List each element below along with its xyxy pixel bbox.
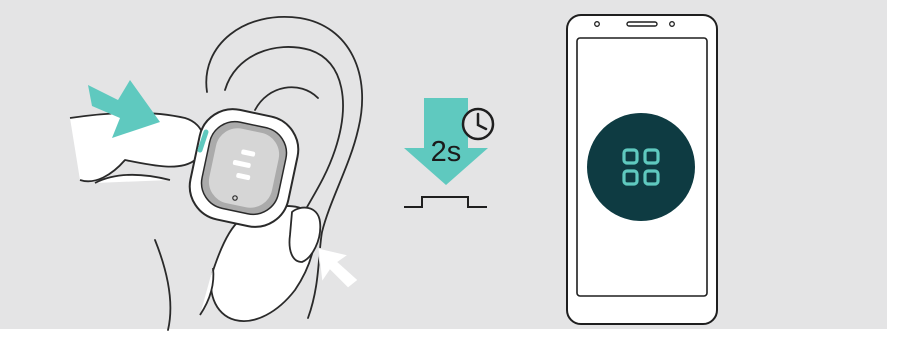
clock-icon: [461, 107, 495, 141]
illustration-canvas: [69, 14, 718, 331]
grip-arrow-icon: [317, 247, 359, 289]
button-press-icon: [404, 196, 487, 208]
press-duration-label: 2s: [430, 136, 462, 168]
app-grid-icon: [587, 113, 695, 221]
instruction-illustration: 2s: [0, 0, 897, 342]
